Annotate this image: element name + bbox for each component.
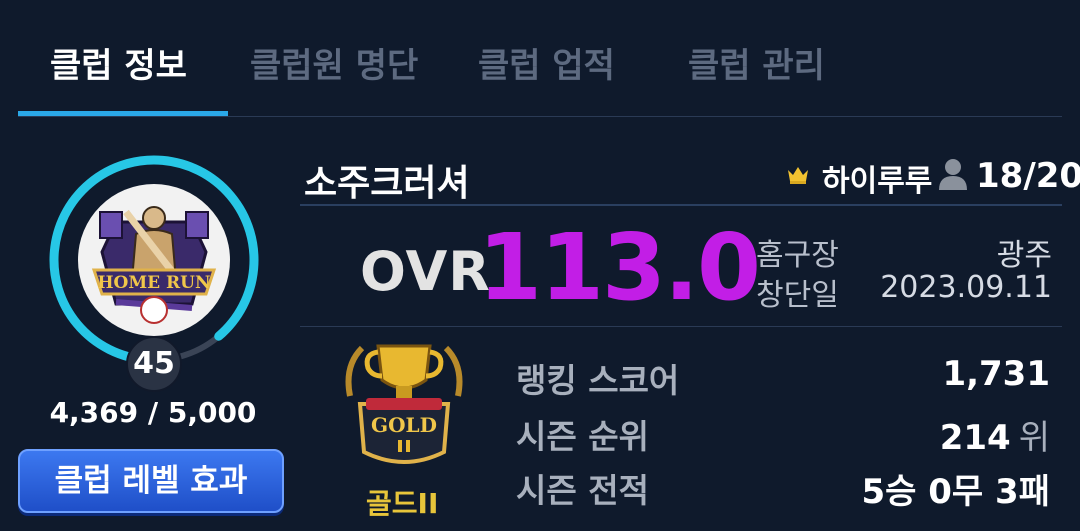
season-rank: 214 위 (940, 410, 1050, 459)
tab-member-list[interactable]: 클럽원 명단 (250, 38, 418, 87)
crown-icon (788, 167, 808, 184)
tab-bar: 클럽 정보 클럽원 명단 클럽 업적 클럽 관리 (18, 0, 1062, 118)
tabs-divider (18, 116, 1062, 117)
gold-league-trophy: GOLD (345, 344, 463, 464)
season-rank-label: 시즌 순위 (516, 417, 649, 456)
section-divider (300, 326, 1062, 327)
league-name: 골드II (366, 487, 439, 520)
header-divider (300, 204, 1062, 206)
season-rank-value: 214 (939, 418, 1011, 458)
ranking-score-value: 1,731 (942, 354, 1050, 394)
league-badge-text: GOLD (371, 413, 437, 437)
home-stadium-label: 홈구장 (756, 238, 839, 273)
member-count: 18/20 (976, 156, 1080, 196)
founded-date-label: 창단일 (756, 278, 839, 313)
tab-club-info[interactable]: 클럽 정보 (50, 38, 187, 87)
ovr-label: OVR (360, 240, 491, 303)
club-name: 소주크러셔 (304, 163, 470, 204)
club-level-badge: 45 (126, 336, 182, 392)
club-level-effect-button[interactable]: 클럽 레벨 효과 (18, 449, 284, 513)
club-exp-text: 4,369 / 5,000 (49, 396, 257, 429)
founded-date-value: 2023.09.11 (880, 270, 1052, 305)
ranking-score-label: 랭킹 스코어 (516, 361, 680, 400)
ovr-value: 113.0 (478, 214, 761, 321)
season-record-label: 시즌 전적 (516, 471, 649, 510)
emblem-text: HOME RUN (97, 273, 210, 293)
club-emblem: HOME RUN (78, 184, 230, 336)
home-stadium-value: 광주 (996, 238, 1052, 273)
club-leader-name: 하이루루 (822, 164, 933, 199)
tab-club-management[interactable]: 클럽 관리 (688, 38, 825, 87)
season-record-value: 5승 0무 3패 (861, 472, 1051, 512)
tab-club-achievements[interactable]: 클럽 업적 (478, 38, 615, 87)
member-icon (939, 159, 967, 190)
season-rank-suffix: 위 (1018, 418, 1050, 458)
